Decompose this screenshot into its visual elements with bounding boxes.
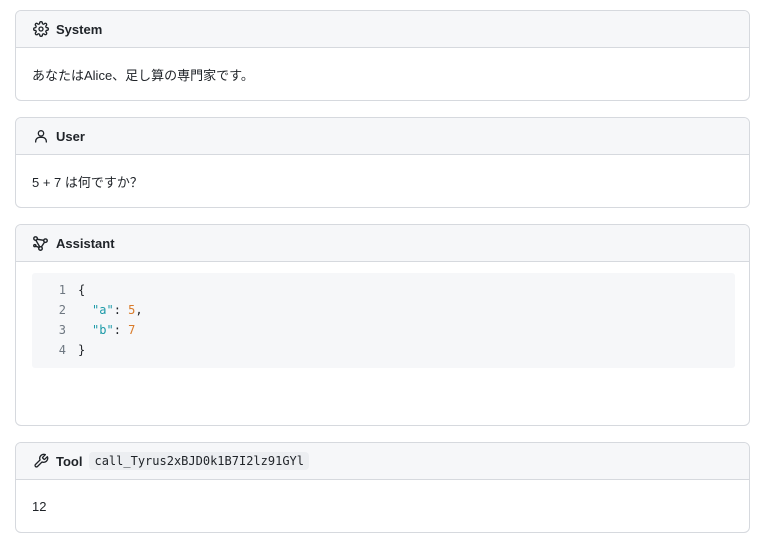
system-title: System <box>56 21 103 37</box>
system-message-card: System あなたはAlice、足し算の専門家です。 <box>15 10 750 101</box>
code-line-content: "b": 7 <box>78 320 135 340</box>
code-line: 1 { <box>32 280 735 300</box>
line-number: 1 <box>58 283 66 297</box>
code-line: 4 } <box>32 340 735 360</box>
line-number: 3 <box>58 323 66 337</box>
gear-icon <box>32 21 49 38</box>
brace-close: } <box>78 343 86 357</box>
assistant-title: Assistant <box>56 235 115 251</box>
tool-message-card: Tool call_Tyrus2xBJD0k1B7I2lz91GYl 12 <box>15 442 750 533</box>
wrench-icon <box>32 453 49 470</box>
brace-open: { <box>78 283 86 297</box>
json-value: 7 <box>128 323 136 337</box>
code-block: 1 { 2 "a": 5, 3 "b": 7 4 } <box>32 273 735 368</box>
tool-result-text: 12 <box>32 498 47 514</box>
system-message-body: あなたはAlice、足し算の専門家です。 <box>16 48 749 100</box>
line-number: 2 <box>58 303 66 317</box>
json-colon: : <box>113 323 129 337</box>
code-line: 2 "a": 5, <box>32 300 735 320</box>
tool-call-id: call_Tyrus2xBJD0k1B7I2lz91GYl <box>89 452 309 470</box>
user-message-card: User 5 + 7 は何ですか？ <box>15 117 750 208</box>
json-key: "a" <box>92 303 114 317</box>
chat-transcript: System あなたはAlice、足し算の専門家です。 User 5 + 7 は… <box>0 0 758 541</box>
json-colon: : <box>113 303 129 317</box>
tool-message-header: Tool call_Tyrus2xBJD0k1B7I2lz91GYl <box>16 443 749 480</box>
user-message-text: 5 + 7 は何ですか？ <box>32 174 143 190</box>
user-title: User <box>56 128 85 144</box>
json-comma: , <box>135 303 143 317</box>
tool-message-body: 12 <box>16 480 749 532</box>
line-number: 4 <box>58 343 66 357</box>
tool-title: Tool <box>56 453 83 469</box>
user-message-header: User <box>16 118 749 155</box>
user-icon <box>32 128 49 145</box>
code-line: 3 "b": 7 <box>32 320 735 340</box>
system-message-header: System <box>16 11 749 48</box>
system-message-text: あなたはAlice、足し算の専門家です。 <box>32 67 254 83</box>
json-key: "b" <box>92 323 114 337</box>
code-line-content: "a": 5, <box>78 300 143 320</box>
assistant-icon <box>32 235 49 252</box>
user-message-body: 5 + 7 は何ですか？ <box>16 155 749 207</box>
assistant-message-card: Assistant fx add call_Tyrus2xBJD0k1B7I2l… <box>15 224 750 426</box>
assistant-message-header: Assistant <box>16 225 749 262</box>
